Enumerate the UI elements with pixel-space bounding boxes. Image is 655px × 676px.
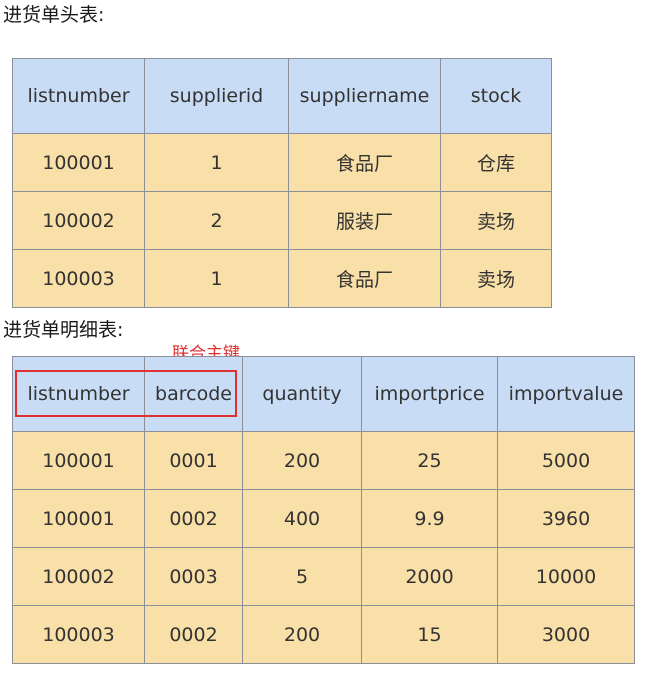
table-row: 100002 0003 5 2000 10000: [12, 547, 635, 606]
table-cell: 200: [242, 605, 362, 664]
table-row: 100001 0002 400 9.9 3960: [12, 489, 635, 548]
table-cell: 0003: [144, 547, 243, 606]
table-cell: 100003: [12, 605, 145, 664]
table-cell: 9.9: [361, 489, 498, 548]
detail-table-header-row: listnumber barcode quantity importprice …: [12, 356, 635, 432]
table-cell: 100001: [12, 133, 145, 192]
table-row: 100002 2 服装厂 卖场: [12, 191, 552, 250]
table-row: 100001 1 食品厂 仓库: [12, 133, 552, 192]
header-table-title: 进货单头表:: [3, 4, 105, 26]
table-cell: 0002: [144, 605, 243, 664]
table-cell: 100002: [12, 547, 145, 606]
column-header-barcode: barcode: [144, 356, 243, 432]
table-cell: 食品厂: [288, 249, 441, 308]
table-cell: 10000: [497, 547, 635, 606]
table-row: 100001 0001 200 25 5000: [12, 431, 635, 490]
column-header-supplierid: supplierid: [144, 58, 289, 134]
table-cell: 3000: [497, 605, 635, 664]
table-cell: 0001: [144, 431, 243, 490]
table-cell: 200: [242, 431, 362, 490]
table-cell: 仓库: [440, 133, 552, 192]
table-cell: 2: [144, 191, 289, 250]
column-header-suppliername: suppliername: [288, 58, 441, 134]
table-cell: 25: [361, 431, 498, 490]
column-header-listnumber: listnumber: [12, 58, 145, 134]
table-cell: 400: [242, 489, 362, 548]
table-cell: 15: [361, 605, 498, 664]
table-cell: 1: [144, 133, 289, 192]
table-cell: 5000: [497, 431, 635, 490]
table-cell: 卖场: [440, 191, 552, 250]
table-cell: 服装厂: [288, 191, 441, 250]
table-cell: 5: [242, 547, 362, 606]
table-cell: 卖场: [440, 249, 552, 308]
column-header-importvalue: importvalue: [497, 356, 635, 432]
table-row: 100003 1 食品厂 卖场: [12, 249, 552, 308]
detail-table-title: 进货单明细表:: [3, 319, 124, 341]
table-cell: 3960: [497, 489, 635, 548]
detail-table: listnumber barcode quantity importprice …: [12, 356, 635, 664]
table-cell: 2000: [361, 547, 498, 606]
header-table: listnumber supplierid suppliername stock…: [12, 58, 552, 308]
column-header-quantity: quantity: [242, 356, 362, 432]
header-table-header-row: listnumber supplierid suppliername stock: [12, 58, 552, 134]
table-row: 100003 0002 200 15 3000: [12, 605, 635, 664]
table-cell: 食品厂: [288, 133, 441, 192]
table-cell: 100003: [12, 249, 145, 308]
column-header-listnumber: listnumber: [12, 356, 145, 432]
table-cell: 100001: [12, 431, 145, 490]
column-header-stock: stock: [440, 58, 552, 134]
table-cell: 1: [144, 249, 289, 308]
table-cell: 100001: [12, 489, 145, 548]
column-header-importprice: importprice: [361, 356, 498, 432]
table-cell: 0002: [144, 489, 243, 548]
table-cell: 100002: [12, 191, 145, 250]
